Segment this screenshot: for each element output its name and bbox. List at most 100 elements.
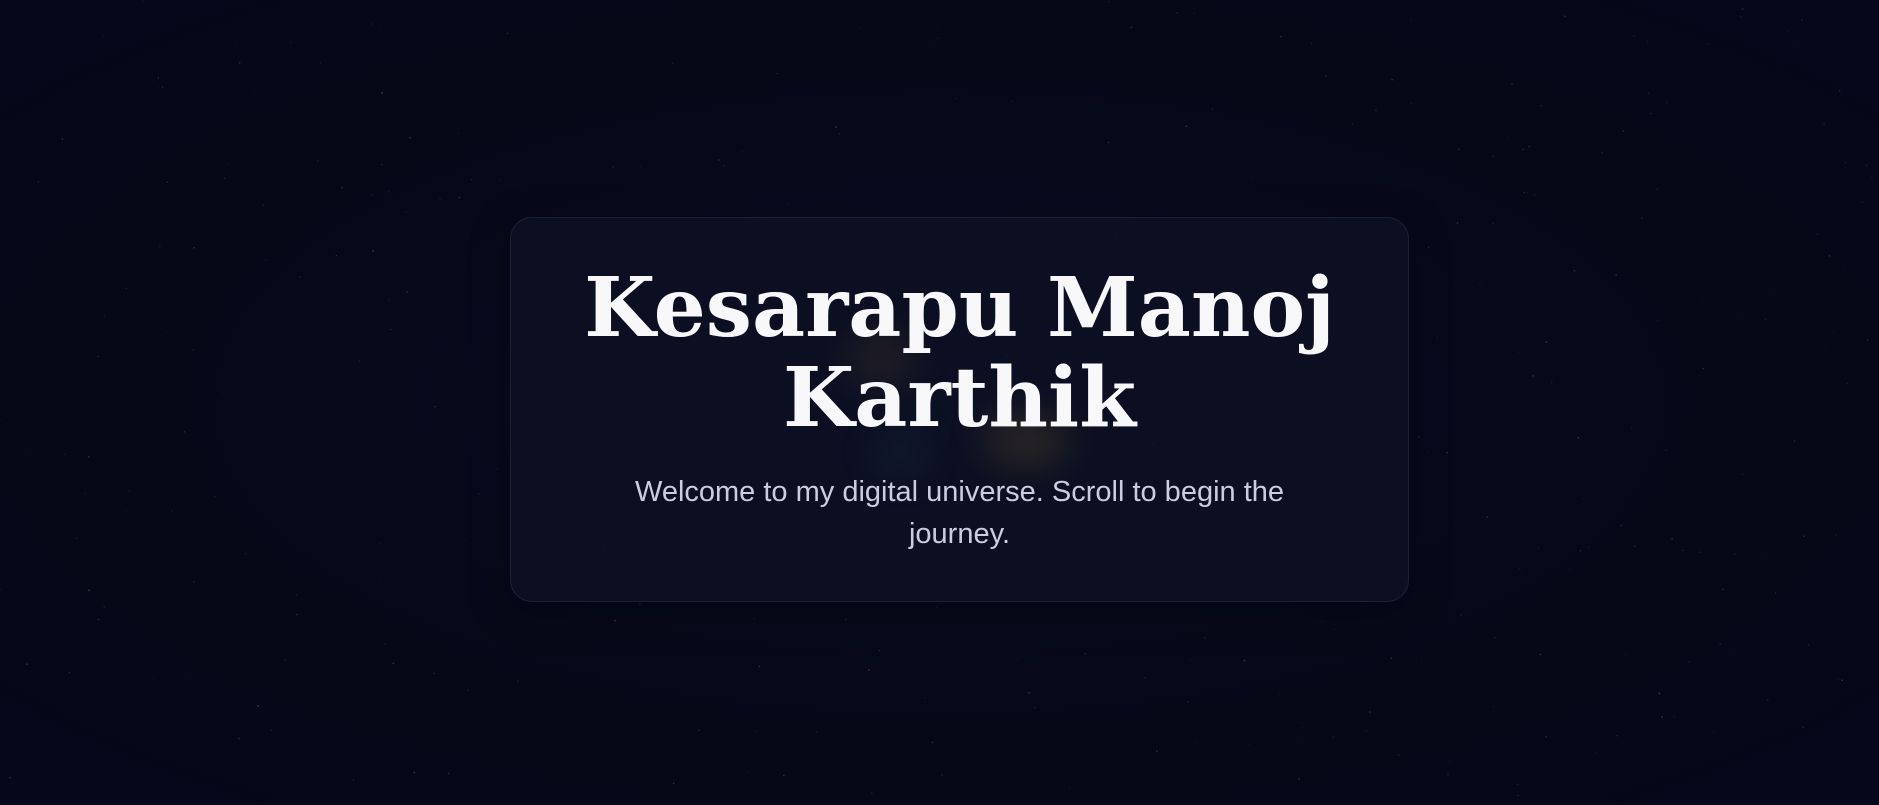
star: [928, 97, 930, 99]
star: [128, 490, 131, 493]
star: [1185, 125, 1188, 128]
star: [150, 86, 152, 88]
star: [1302, 726, 1304, 728]
star: [54, 479, 56, 481]
star: [68, 671, 71, 674]
star: [396, 769, 398, 771]
star: [439, 198, 441, 200]
star: [271, 460, 273, 462]
star: [733, 157, 734, 158]
star: [1324, 75, 1327, 78]
star: [1034, 706, 1037, 709]
star: [1243, 659, 1246, 662]
star: [447, 772, 450, 775]
star: [159, 245, 161, 248]
star: [1719, 643, 1722, 645]
star: [1793, 45, 1795, 46]
star: [614, 619, 617, 622]
star: [171, 509, 173, 512]
star: [955, 97, 957, 99]
star: [1092, 765, 1094, 767]
star: [290, 42, 292, 44]
star: [1803, 535, 1805, 538]
star: [371, 23, 374, 25]
star: [433, 672, 435, 675]
star: [1732, 649, 1734, 651]
star: [698, 729, 700, 731]
star: [1823, 122, 1825, 125]
star: [788, 203, 790, 205]
star: [257, 704, 260, 707]
star: [416, 12, 418, 14]
star: [16, 173, 18, 175]
star: [392, 662, 395, 665]
star: [1193, 12, 1195, 15]
star: [516, 680, 519, 683]
star: [1351, 123, 1353, 125]
star: [97, 618, 100, 621]
star: [1631, 427, 1633, 428]
star: [1072, 129, 1074, 131]
star: [1107, 141, 1110, 144]
star: [1600, 432, 1602, 434]
star: [1871, 176, 1873, 178]
star: [1375, 109, 1377, 111]
star: [192, 581, 195, 583]
star: [1017, 658, 1019, 660]
star: [1247, 743, 1250, 745]
star: [0, 419, 1, 421]
star: [265, 259, 267, 261]
star: [1155, 750, 1158, 752]
star: [434, 405, 436, 408]
star: [295, 613, 298, 616]
star: [931, 741, 934, 744]
star: [816, 731, 818, 733]
star: [1522, 148, 1525, 151]
star: [1458, 148, 1460, 151]
page: Kesarapu Manoj Karthik Welcome to my dig…: [0, 0, 1879, 805]
star: [1577, 436, 1580, 439]
star: [1436, 337, 1438, 339]
star: [1737, 315, 1739, 317]
star: [478, 493, 480, 495]
star: [25, 663, 28, 666]
star: [1573, 269, 1576, 272]
star: [166, 181, 169, 183]
star: [1550, 381, 1553, 384]
star: [1429, 221, 1431, 223]
star: [1563, 15, 1566, 18]
star: [352, 779, 355, 781]
star: [1369, 706, 1371, 708]
star: [372, 249, 375, 252]
hero-title: Kesarapu Manoj Karthik: [584, 260, 1335, 446]
star: [860, 80, 862, 82]
star: [1390, 657, 1393, 660]
star: [1545, 735, 1548, 738]
star: [317, 160, 319, 162]
star: [1583, 498, 1585, 499]
star: [9, 776, 12, 779]
star: [1572, 267, 1574, 268]
star: [413, 771, 416, 774]
star: [834, 126, 837, 129]
star: [871, 792, 873, 794]
star: [1497, 618, 1499, 620]
star: [1301, 722, 1303, 724]
star: [1069, 788, 1071, 790]
star: [1360, 722, 1361, 724]
star: [1251, 177, 1253, 179]
star: [723, 165, 725, 167]
star: [1189, 659, 1191, 661]
star: [186, 675, 188, 677]
star: [1298, 778, 1301, 781]
star: [1865, 164, 1868, 167]
star: [1368, 711, 1371, 713]
star: [140, 490, 142, 492]
star: [1486, 516, 1489, 518]
star: [1492, 705, 1494, 707]
star: [262, 204, 264, 207]
star: [1493, 636, 1496, 639]
star: [1011, 100, 1014, 103]
star: [1523, 191, 1526, 194]
star: [1733, 553, 1736, 555]
